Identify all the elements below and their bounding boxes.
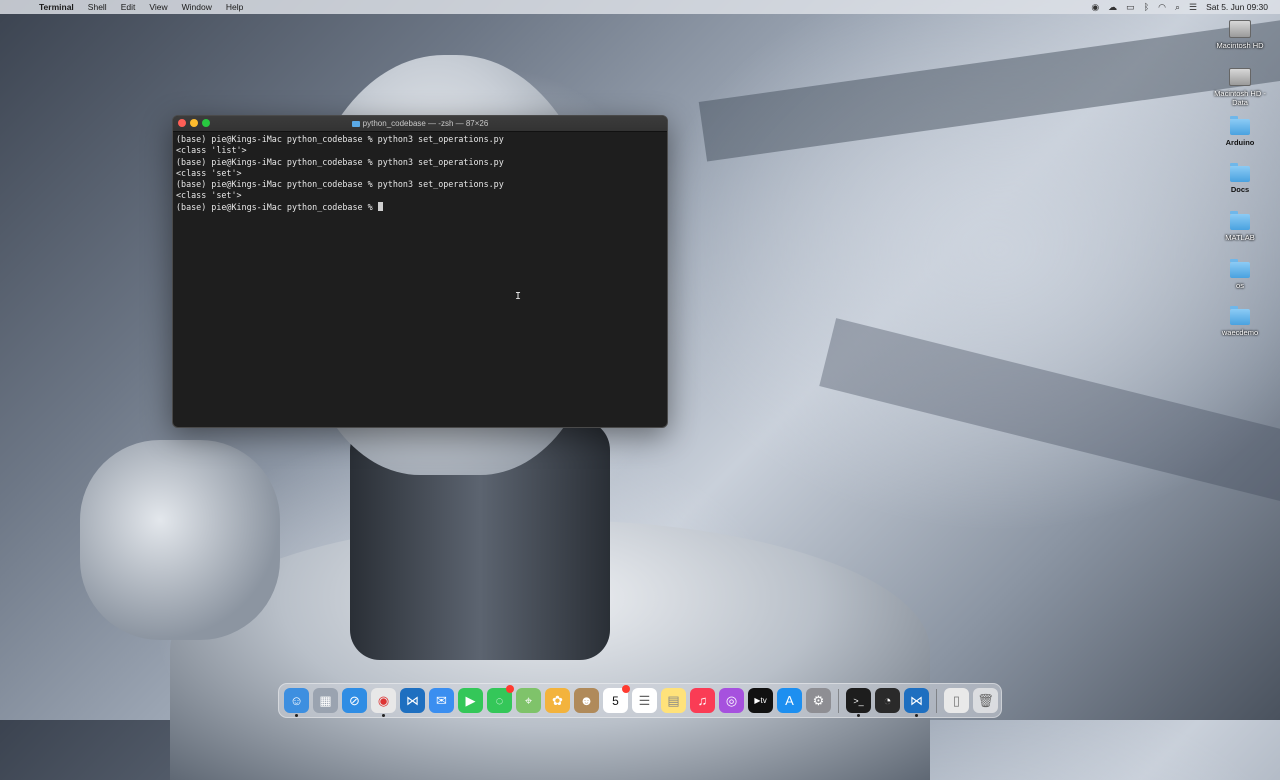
calendar-day: 5 <box>612 693 619 708</box>
keyboard-icon[interactable]: ▭ <box>1126 2 1135 13</box>
menu-shell[interactable]: Shell <box>81 0 114 14</box>
desktop-icon-label: Docs <box>1230 185 1250 194</box>
chrome-icon[interactable]: ◉ <box>371 688 396 717</box>
zoom-button[interactable] <box>202 119 210 127</box>
cloud-icon[interactable]: ☁ <box>1108 2 1117 13</box>
menu-window[interactable]: Window <box>175 0 219 14</box>
music-icon[interactable]: ♫ <box>690 688 715 713</box>
terminal-line: (base) pie@Kings-iMac python_codebase % … <box>176 134 504 144</box>
search-icon[interactable]: ⌕ <box>1175 2 1180 13</box>
folder-icon <box>1230 259 1250 278</box>
desktop-icon-docs[interactable]: Docs <box>1200 163 1280 194</box>
reminders-icon[interactable]: ☰ <box>632 688 657 713</box>
desktop-icon-label: waecdemo <box>1221 328 1259 337</box>
control-center-icon[interactable]: ☰ <box>1189 2 1197 13</box>
maps-icon[interactable]: ⌖ <box>516 688 541 713</box>
terminal-line: (base) pie@Kings-iMac python_codebase % … <box>176 156 504 167</box>
photos-icon[interactable]: ✿ <box>545 688 570 713</box>
menu-bar: Terminal Shell Edit View Window Help ◉ ☁… <box>0 0 1280 14</box>
running-indicator <box>857 714 860 717</box>
desktop-icon-os[interactable]: os <box>1200 259 1280 290</box>
close-button[interactable] <box>178 119 186 127</box>
app-store-icon[interactable]: A <box>777 688 802 713</box>
running-indicator <box>915 714 918 717</box>
vscode-icon[interactable]: ⋈ <box>400 688 425 713</box>
terminal-line: <class 'set'> <box>176 167 242 178</box>
desktop-icon-label: os <box>1236 281 1244 290</box>
terminal-line: (base) pie@Kings-iMac python_codebase % … <box>176 179 504 190</box>
trash-icon[interactable]: 🗑 <box>973 688 998 713</box>
bluetooth-icon[interactable]: ᛒ <box>1144 2 1149 12</box>
text-cursor <box>377 201 383 211</box>
notes-icon[interactable]: ▤ <box>661 688 686 713</box>
document-icon[interactable]: ▯ <box>944 688 969 713</box>
folder-icon <box>1230 211 1250 230</box>
system-preferences-icon[interactable]: ⚙ <box>806 688 831 713</box>
activity-monitor-icon[interactable]: ◔ <box>875 688 900 713</box>
window-title-text: python_codebase — -zsh — 87×26 <box>362 119 489 128</box>
running-indicator <box>295 714 298 717</box>
terminal-prompt: (base) pie@Kings-iMac python_codebase % <box>176 201 378 212</box>
desktop-icon-label: Macintosh HD <box>1216 41 1264 50</box>
menu-edit[interactable]: Edit <box>114 0 143 14</box>
user-status-icon[interactable]: ◉ <box>1091 2 1099 13</box>
running-indicator <box>382 714 385 717</box>
wallpaper-robot-hand <box>80 440 280 640</box>
desktop-icon-macintosh-hd[interactable]: Macintosh HD <box>1200 20 1280 50</box>
finder-icon[interactable]: ☺ <box>284 688 309 717</box>
folder-icon <box>1230 306 1250 325</box>
window-controls <box>178 119 210 127</box>
minimize-button[interactable] <box>190 119 198 127</box>
mail-icon[interactable]: ✉ <box>429 688 454 713</box>
menu-app-name[interactable]: Terminal <box>32 0 81 14</box>
menu-help[interactable]: Help <box>219 0 250 14</box>
terminal-titlebar[interactable]: python_codebase — -zsh — 87×26 <box>173 116 667 132</box>
terminal-line: <class 'set'> <box>176 190 242 201</box>
desktop-icon-label: MATLAB <box>1225 233 1255 242</box>
terminal-output[interactable]: (base) pie@Kings-iMac python_codebase % … <box>173 132 667 215</box>
vscode-icon[interactable]: ⋈ <box>904 688 929 717</box>
disk-icon <box>1229 68 1251 86</box>
messages-icon[interactable]: ◌ <box>487 685 514 713</box>
launchpad-icon[interactable]: ▦ <box>313 688 338 713</box>
tv-icon[interactable]: ▶tv <box>748 688 773 713</box>
wallpaper-robot-shoulders <box>170 520 930 780</box>
terminal-icon[interactable]: >_ <box>846 688 871 717</box>
folder-icon <box>1230 163 1250 182</box>
folder-icon <box>1230 116 1250 135</box>
ibeam-pointer-icon: I <box>515 291 522 302</box>
terminal-prompt-line[interactable]: (base) pie@Kings-iMac python_codebase % <box>176 201 664 213</box>
menu-clock[interactable]: Sat 5. Jun 09:30 <box>1206 2 1268 12</box>
desktop-icon-macintosh-hd-data[interactable]: Macintosh HD - Data <box>1200 68 1280 107</box>
window-title: python_codebase — -zsh — 87×26 <box>351 119 489 128</box>
facetime-icon[interactable]: ▶ <box>458 688 483 713</box>
desktop-icon-label: Arduino <box>1225 138 1255 147</box>
wallpaper-beam <box>819 318 1280 512</box>
menu-view[interactable]: View <box>142 0 174 14</box>
notification-badge <box>506 685 514 693</box>
wallpaper-beam <box>698 18 1280 162</box>
terminal-line: <class 'list'> <box>176 145 247 156</box>
desktop-icon-waecdemo[interactable]: waecdemo <box>1200 306 1280 337</box>
folder-icon <box>351 120 360 127</box>
status-area: ◉ ☁ ▭ ᛒ ◠ ⌕ ☰ Sat 5. Jun 09:30 <box>1091 2 1280 13</box>
wifi-icon[interactable]: ◠ <box>1158 2 1166 13</box>
contacts-icon[interactable]: ☻ <box>574 688 599 713</box>
dock: ☺ ▦ ⊘ ◉ ⋈ ✉ ▶ ◌ ⌖ ✿ ☻ 5 ☰ ▤ ♫ ◎ ▶tv A ⚙ … <box>278 683 1002 718</box>
safari-icon[interactable]: ⊘ <box>342 688 367 713</box>
podcasts-icon[interactable]: ◎ <box>719 688 744 713</box>
wallpaper-robot-neck <box>350 420 610 660</box>
desktop-icon-matlab[interactable]: MATLAB <box>1200 211 1280 242</box>
calendar-icon[interactable]: 5 <box>603 685 630 713</box>
disk-icon <box>1229 20 1251 38</box>
desktop-icon-label: Macintosh HD - Data <box>1214 89 1266 107</box>
notification-badge <box>622 685 630 693</box>
dock-separator <box>838 688 839 713</box>
dock-separator <box>936 688 937 713</box>
terminal-window[interactable]: python_codebase — -zsh — 87×26 (base) pi… <box>172 115 668 428</box>
desktop-icon-arduino[interactable]: Arduino <box>1200 116 1280 147</box>
